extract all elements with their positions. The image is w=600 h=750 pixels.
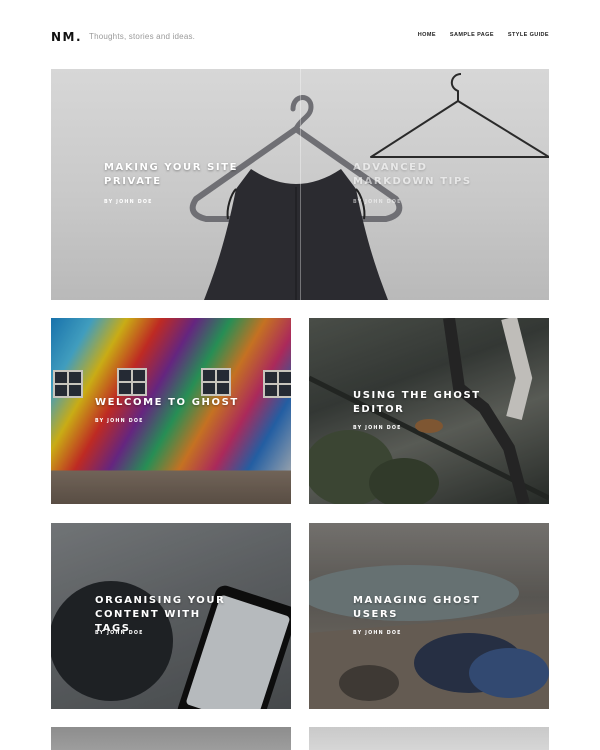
site-tagline: Thoughts, stories and ideas. — [89, 32, 196, 41]
hero-right-post-author: BY JOHN DOE — [353, 200, 402, 205]
post-author: BY JOHN DOE — [353, 631, 402, 636]
post-image — [309, 727, 549, 750]
post-author: BY JOHN DOE — [95, 419, 144, 424]
nav-home-link[interactable]: HOME — [418, 32, 436, 38]
nav-style-guide-link[interactable]: STYLE GUIDE — [508, 32, 549, 38]
site-header: NM. Thoughts, stories and ideas. HOME SA… — [51, 28, 549, 48]
post-card[interactable] — [309, 727, 549, 750]
post-card[interactable]: WELCOME TO GHOST BY JOHN DOE — [51, 318, 291, 504]
card-overlay — [51, 318, 291, 504]
post-image — [51, 727, 291, 750]
post-title[interactable]: WELCOME TO GHOST — [95, 396, 275, 410]
wire-hanger-image — [370, 73, 549, 158]
post-card[interactable]: ORGANISING YOUR CONTENT WITH TAGS BY JOH… — [51, 523, 291, 709]
post-title[interactable]: MANAGING GHOST USERS — [353, 594, 493, 622]
page: NM. Thoughts, stories and ideas. HOME SA… — [0, 0, 600, 750]
post-card[interactable]: MANAGING GHOST USERS BY JOHN DOE — [309, 523, 549, 709]
main-nav: HOME SAMPLE PAGE STYLE GUIDE — [418, 32, 549, 38]
hero-divider — [300, 69, 301, 300]
featured-posts-hero: MAKING YOUR SITE PRIVATE BY JOHN DOE ADV… — [51, 69, 549, 300]
hero-left-post-author: BY JOHN DOE — [104, 200, 153, 205]
post-card[interactable]: USING THE GHOST EDITOR BY JOHN DOE — [309, 318, 549, 504]
post-card[interactable] — [51, 727, 291, 750]
post-author: BY JOHN DOE — [353, 426, 402, 431]
post-title[interactable]: USING THE GHOST EDITOR — [353, 389, 493, 417]
nav-sample-page-link[interactable]: SAMPLE PAGE — [450, 32, 494, 38]
post-author: BY JOHN DOE — [95, 631, 144, 636]
post-title[interactable]: ORGANISING YOUR CONTENT WITH TAGS — [95, 594, 235, 636]
site-logo[interactable]: NM. — [51, 30, 82, 44]
hero-right-post-title[interactable]: ADVANCED MARKDOWN TIPS — [353, 161, 503, 189]
hero-left-post-title[interactable]: MAKING YOUR SITE PRIVATE — [104, 161, 254, 189]
